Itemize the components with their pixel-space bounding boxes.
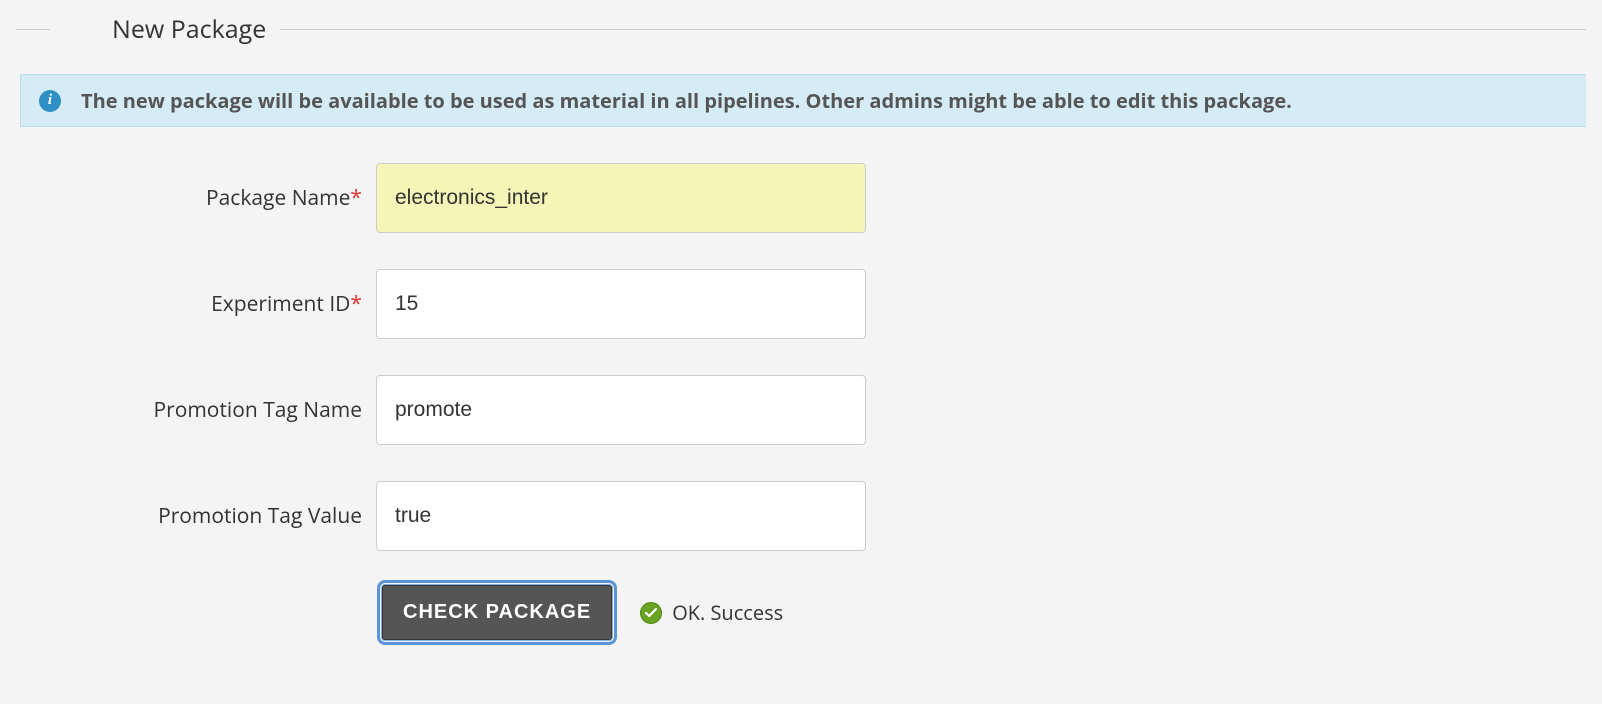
promo-tag-value-input[interactable]: [376, 481, 866, 551]
button-row: CHECK PACKAGE OK. Success: [16, 585, 1586, 640]
required-asterisk: *: [350, 290, 362, 318]
form-row-promo-tag-value: Promotion Tag Value: [16, 481, 1586, 551]
check-package-button[interactable]: CHECK PACKAGE: [382, 585, 612, 640]
status: OK. Success: [640, 599, 783, 626]
label-text: Promotion Tag Value: [158, 502, 362, 530]
form-row-promo-tag-name: Promotion Tag Name: [16, 375, 1586, 445]
form-row-experiment-id: Experiment ID*: [16, 269, 1586, 339]
label-text: Package Name: [206, 184, 350, 212]
experiment-id-input[interactable]: [376, 269, 866, 339]
divider: [16, 29, 50, 30]
legend-row: New Package: [16, 12, 1586, 46]
promo-tag-name-input[interactable]: [376, 375, 866, 445]
section-title: New Package: [64, 12, 266, 46]
label-text: Experiment ID: [211, 290, 350, 318]
info-text: The new package will be available to be …: [81, 87, 1292, 114]
label-text: Promotion Tag Name: [154, 396, 362, 424]
check-circle-icon: [640, 602, 662, 624]
promo-tag-value-label: Promotion Tag Value: [16, 502, 376, 530]
form-row-package-name: Package Name*: [16, 163, 1586, 233]
experiment-id-label: Experiment ID*: [16, 290, 376, 318]
divider: [280, 29, 1586, 30]
info-icon: i: [39, 90, 61, 112]
new-package-fieldset: New Package i The new package will be av…: [0, 12, 1602, 640]
package-name-input[interactable]: [376, 163, 866, 233]
status-text: OK. Success: [672, 599, 783, 626]
required-asterisk: *: [350, 184, 362, 212]
promo-tag-name-label: Promotion Tag Name: [16, 396, 376, 424]
package-name-label: Package Name*: [16, 184, 376, 212]
info-banner: i The new package will be available to b…: [20, 74, 1586, 127]
